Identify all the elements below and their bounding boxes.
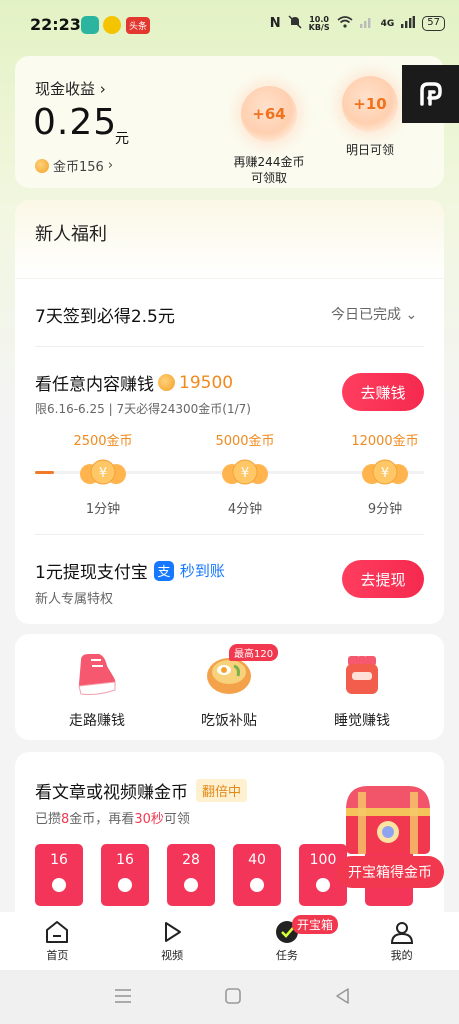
coin-stack-icon: ¥ [222, 459, 268, 485]
watch-task-subtitle: 限6.16-6.25 | 7天必得24300金币(1/7) [35, 402, 251, 416]
red-envelope[interactable]: 40 [233, 844, 281, 906]
checkin-title: 7天签到必得2.5元 [35, 307, 175, 327]
status-icons: N 10.0 KB/S 4G 57 [270, 15, 445, 32]
watch-task-title: 看任意内容赚钱 19500 [35, 372, 234, 396]
svg-text:¥: ¥ [241, 466, 249, 481]
coin-bubble-caption: 再赚244金币 可领取 [233, 155, 305, 185]
chevron-right-icon: › [99, 80, 106, 98]
network-type: 4G [380, 18, 395, 29]
task-badge: 开宝箱 [292, 915, 339, 934]
chevron-right-icon: › [107, 158, 114, 173]
watch-coin-amount: 19500 [179, 372, 234, 393]
coin-bubble[interactable]: +64 [241, 86, 297, 142]
nav-profile[interactable]: 我的 [344, 912, 459, 970]
tool-walk[interactable]: 走路赚钱 [37, 650, 157, 730]
coin-balance[interactable]: 金币156 › [35, 156, 113, 175]
nav-video[interactable]: 视频 [115, 912, 230, 970]
divider [15, 278, 444, 279]
milestone-amount: 2500金币 [73, 434, 133, 449]
floating-logo-icon[interactable] [402, 65, 459, 123]
sleep-icon [346, 650, 378, 694]
coin-icon [158, 374, 175, 391]
tool-sleep[interactable]: 睡觉赚钱 [302, 650, 422, 730]
withdraw-button[interactable]: 去提现 [342, 560, 424, 598]
milestone-amount: 5000金币 [215, 434, 275, 449]
nfc-icon: N [269, 16, 281, 31]
signal-icon [359, 16, 374, 31]
system-navigation-bar [0, 970, 459, 1024]
coin-stack-icon: ¥ [80, 459, 126, 485]
coin-icon [35, 158, 49, 173]
meal-max-badge: 最高120 [229, 644, 279, 661]
mute-icon [288, 15, 302, 32]
milestone-amount: 12000金币 [351, 434, 419, 449]
divider [35, 534, 424, 535]
tool-label: 睡觉赚钱 [334, 713, 390, 729]
menu-icon[interactable] [114, 988, 132, 1004]
earn-tools-card: 走路赚钱 吃饭补贴 最高120 睡觉赚钱 [15, 634, 444, 740]
status-bar: 22:23 头条 N 10.0 KB/S 4G 57 [0, 0, 459, 52]
wifi-icon [337, 16, 353, 31]
app-notification-icon [103, 16, 121, 34]
back-icon[interactable] [334, 987, 352, 1005]
coin-stack-icon: ¥ [362, 459, 408, 485]
double-tag: 翻倍中 [196, 779, 248, 802]
milestone-time: 1分钟 [85, 502, 121, 517]
bottom-nav: 首页 视频 任务 我的 [0, 912, 459, 970]
cash-earnings-card[interactable]: 现金收益 › 0.25 元 金币156 › +64 再赚244金币 可领取 +1… [15, 56, 444, 188]
nav-home[interactable]: 首页 [0, 912, 115, 970]
red-envelope[interactable]: 16 [35, 844, 83, 906]
svg-text:¥: ¥ [381, 466, 389, 481]
svg-text:¥: ¥ [99, 466, 107, 481]
home-icon [46, 921, 69, 943]
newbie-title: 新人福利 [35, 224, 107, 245]
milestone-time: 9分钟 [367, 502, 403, 517]
progress-fill [35, 471, 55, 474]
home-square-icon[interactable] [224, 987, 242, 1005]
coin-bubble[interactable]: +10 [342, 76, 398, 132]
profile-icon [390, 922, 413, 944]
signal-icon [401, 16, 416, 31]
alipay-icon: 支 [153, 560, 174, 581]
open-chest-button[interactable]: 开宝箱得金币 [336, 856, 444, 888]
cash-value: 0.25 [33, 102, 118, 143]
tool-label: 吃饭补贴 [201, 713, 257, 729]
earn-button[interactable]: 去赚钱 [342, 373, 424, 411]
red-envelope[interactable]: 28 [167, 844, 215, 906]
battery-icon: 57 [422, 16, 445, 31]
withdraw-subtitle: 新人专属特权 [35, 592, 114, 607]
checkin-status[interactable]: 今日已完成 ⌄ [331, 304, 417, 324]
coin-bubble-caption: 明日可领 [345, 143, 394, 157]
tool-meal[interactable]: 吃饭补贴 [169, 650, 289, 730]
status-time: 22:23 [30, 15, 81, 34]
instant-badge: 秒到账 [179, 562, 225, 580]
app-notification-icon [81, 16, 99, 34]
play-icon [165, 922, 182, 942]
newbie-benefits-card: 新人福利 7天签到必得2.5元 今日已完成 ⌄ 看任意内容赚钱 19500 限6… [15, 200, 444, 624]
article-title: 看文章或视频赚金币 翻倍中 [35, 778, 248, 803]
withdraw-title: 1元提现支付宝 支 秒到账 [35, 560, 225, 583]
cash-unit: 元 [115, 131, 129, 147]
tool-label: 走路赚钱 [69, 713, 125, 729]
chevron-down-icon: ⌄ [405, 307, 418, 323]
article-progress: 已攒8金币，再看30秒可领 [35, 812, 190, 827]
cash-earnings-label[interactable]: 现金收益 › [35, 78, 106, 99]
treasure-chest-icon[interactable] [338, 780, 438, 860]
divider [35, 346, 424, 347]
red-envelope[interactable]: 16 [101, 844, 149, 906]
sneaker-icon [78, 654, 116, 695]
net-speed: 10.0 KB/S [308, 14, 330, 32]
news-app-icon: 头条 [126, 17, 151, 34]
milestone-time: 4分钟 [227, 502, 263, 517]
